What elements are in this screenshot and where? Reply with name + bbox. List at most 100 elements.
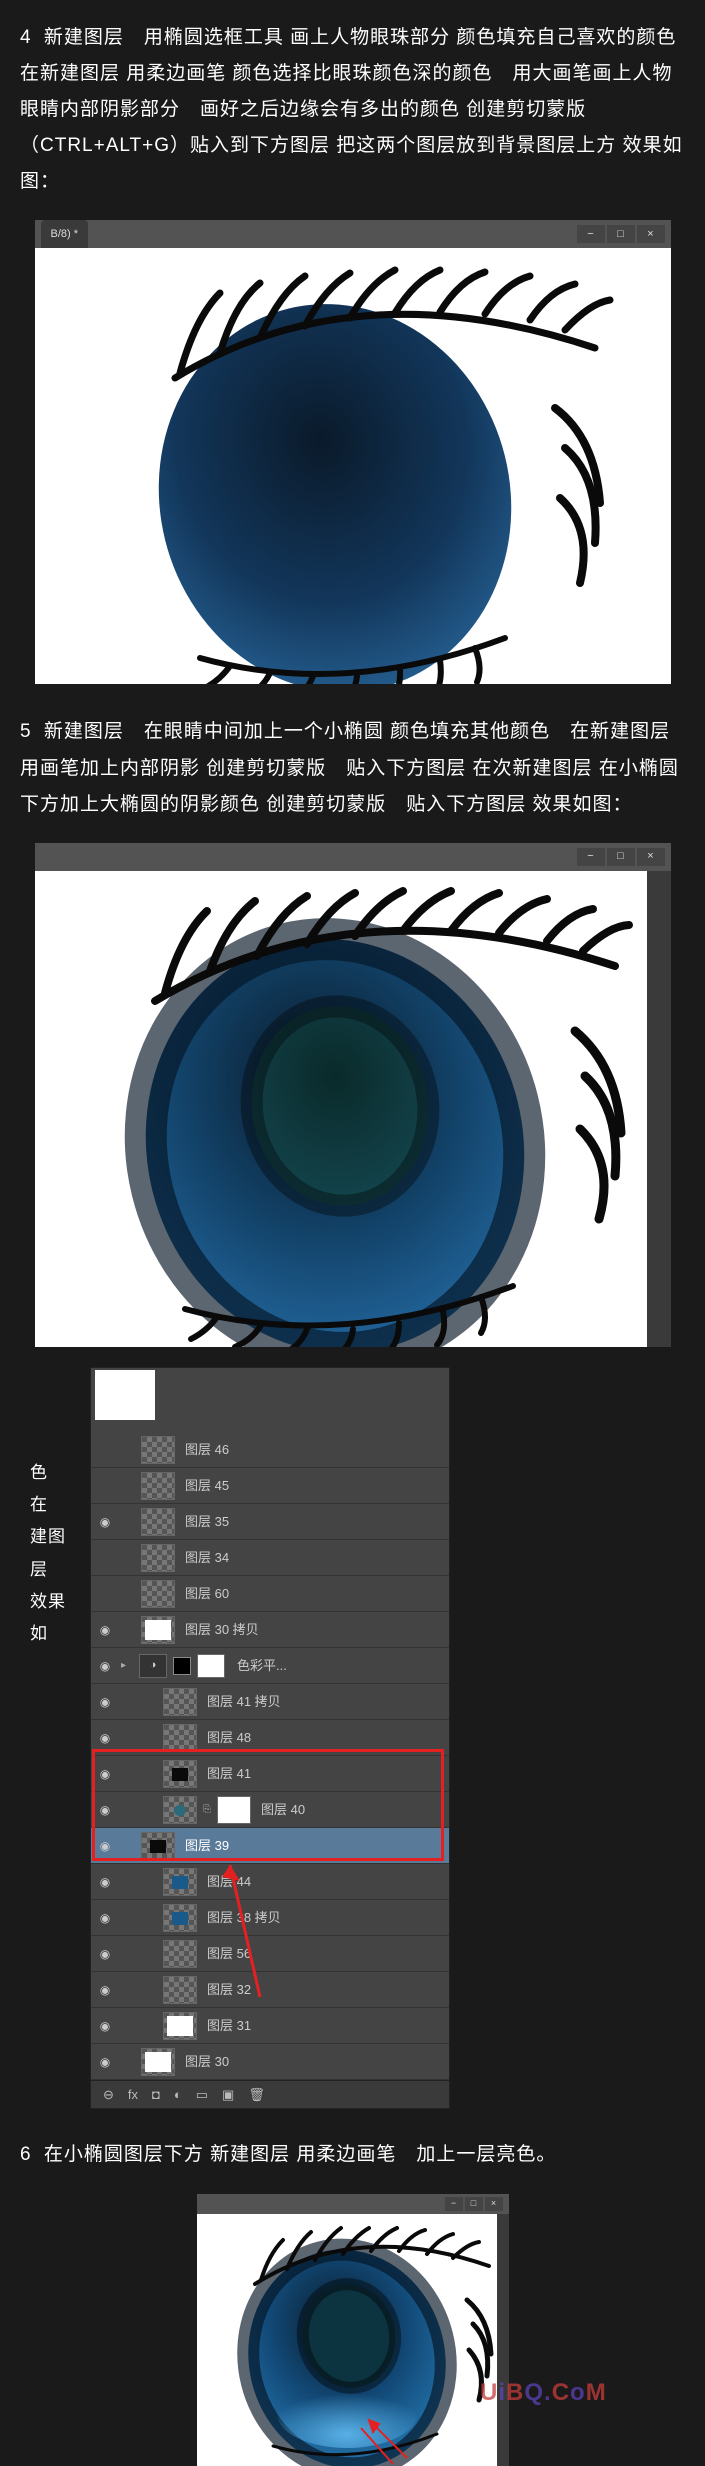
layer-name[interactable]: 图层 32	[201, 1978, 251, 2003]
layer-row[interactable]: ◉ 图层 38 拷贝	[91, 1900, 449, 1936]
layer-name[interactable]: 图层 60	[179, 1582, 229, 1607]
layer-thumb[interactable]	[141, 1580, 175, 1608]
close-button[interactable]: ×	[637, 225, 665, 243]
layer-row-selected[interactable]: ◉ 图层 39	[91, 1828, 449, 1864]
adjustment-icon[interactable]: ◐	[174, 2083, 182, 2108]
layer-name[interactable]: 图层 41	[201, 1762, 251, 1787]
layer-name[interactable]: 图层 30 拷贝	[179, 1618, 259, 1643]
maximize-button[interactable]: □	[465, 2197, 483, 2211]
minimize-button[interactable]: −	[577, 848, 605, 866]
layer-row[interactable]: ◉ 图层 31	[91, 2008, 449, 2044]
visibility-icon[interactable]	[95, 1584, 115, 1604]
visibility-icon[interactable]: ◉	[95, 1512, 115, 1532]
visibility-icon[interactable]	[95, 1548, 115, 1568]
layer-row[interactable]: ◉ ⎘ 图层 40	[91, 1792, 449, 1828]
link-layers-icon[interactable]: ⊖	[103, 2083, 114, 2108]
layer-name[interactable]: 图层 40	[255, 1798, 305, 1823]
color-swatch[interactable]	[173, 1657, 191, 1675]
layer-row[interactable]: ◉ 图层 41 拷贝	[91, 1684, 449, 1720]
layer-thumb[interactable]	[163, 2012, 197, 2040]
minimize-button[interactable]: −	[577, 225, 605, 243]
layer-thumb[interactable]	[163, 1688, 197, 1716]
layer-name[interactable]: 图层 30	[179, 2050, 229, 2075]
visibility-icon[interactable]: ◉	[95, 1656, 115, 1676]
link-icon[interactable]: ⎘	[201, 1796, 213, 1824]
layer-name[interactable]: 图层 41 拷贝	[201, 1690, 281, 1715]
canvas-4[interactable]	[197, 2214, 497, 2466]
visibility-icon[interactable]: ◉	[95, 1728, 115, 1748]
visibility-icon[interactable]: ◉	[95, 1908, 115, 1928]
visibility-icon[interactable]: ◉	[95, 1764, 115, 1784]
layer-name[interactable]: 图层 48	[201, 1726, 251, 1751]
mask-thumb[interactable]	[197, 1654, 225, 1678]
layer-thumb[interactable]	[141, 2048, 175, 2076]
layer-name[interactable]: 图层 31	[201, 2014, 251, 2039]
layer-name[interactable]: 图层 34	[179, 1546, 229, 1571]
canvas-2[interactable]	[35, 871, 647, 1347]
layer-thumb[interactable]	[141, 1544, 175, 1572]
canvas-1[interactable]	[35, 248, 671, 684]
layer-row[interactable]: ◉ 图层 30	[91, 2044, 449, 2080]
minimize-button[interactable]: −	[445, 2197, 463, 2211]
close-button[interactable]: ×	[637, 848, 665, 866]
document-tab[interactable]: B/8) *	[41, 220, 89, 249]
layer-row[interactable]: ◉ 图层 56	[91, 1936, 449, 1972]
layer-thumb[interactable]	[163, 1976, 197, 2004]
mask-thumb[interactable]	[217, 1796, 251, 1824]
dropdown-arrow-icon[interactable]: ▸	[121, 1656, 133, 1675]
layer-thumb[interactable]	[163, 1868, 197, 1896]
trash-icon[interactable]: 🗑	[248, 2083, 265, 2108]
visibility-icon[interactable]: ◉	[95, 1944, 115, 1964]
visibility-icon[interactable]: ◉	[95, 1620, 115, 1640]
visibility-icon[interactable]: ◉	[95, 1836, 115, 1856]
layer-thumb[interactable]	[141, 1832, 175, 1860]
new-layer-icon[interactable]: ▣	[222, 2083, 234, 2108]
layer-name[interactable]: 图层 35	[179, 1510, 229, 1535]
close-button[interactable]: ×	[485, 2197, 503, 2211]
fx-icon[interactable]: fx	[128, 2083, 138, 2108]
mask-icon[interactable]: ◘	[152, 2083, 160, 2108]
layer-name[interactable]: 图层 39	[179, 1834, 229, 1859]
layer-thumb[interactable]	[163, 1724, 197, 1752]
visibility-icon[interactable]: ◉	[95, 1800, 115, 1820]
layer-row[interactable]: ◉ 图层 32	[91, 1972, 449, 2008]
layer-thumb[interactable]	[141, 1508, 175, 1536]
layer-row[interactable]: ◉ 图层 44	[91, 1864, 449, 1900]
layer-name[interactable]: 图层 56	[201, 1942, 251, 1967]
maximize-button[interactable]: □	[607, 848, 635, 866]
adjustment-icon[interactable]: ◑	[139, 1654, 167, 1678]
layer-row[interactable]: ◉ 图层 48	[91, 1720, 449, 1756]
layer-name[interactable]: 图层 45	[179, 1474, 229, 1499]
layer-name[interactable]: 图层 44	[201, 1870, 251, 1895]
layer-thumb[interactable]	[163, 1904, 197, 1932]
layer-thumb[interactable]	[141, 1436, 175, 1464]
layers-panel[interactable]: 图层 46 图层 45 ◉ 图层 35 图层 34	[90, 1367, 450, 2110]
maximize-button[interactable]: □	[607, 225, 635, 243]
navigator-thumbnail[interactable]	[95, 1370, 155, 1420]
layer-name[interactable]: 图层 38 拷贝	[201, 1906, 281, 1931]
layer-row[interactable]: 图层 46	[91, 1432, 449, 1468]
layer-row[interactable]: 图层 60	[91, 1576, 449, 1612]
visibility-icon[interactable]: ◉	[95, 1872, 115, 1892]
folder-icon[interactable]: ▭	[196, 2083, 208, 2108]
visibility-icon[interactable]	[95, 1476, 115, 1496]
visibility-icon[interactable]	[95, 1440, 115, 1460]
layer-row[interactable]: 图层 34	[91, 1540, 449, 1576]
visibility-icon[interactable]: ◉	[95, 1692, 115, 1712]
visibility-icon[interactable]: ◉	[95, 1980, 115, 2000]
layer-thumb[interactable]	[163, 1940, 197, 1968]
layer-thumb[interactable]	[141, 1472, 175, 1500]
layer-thumb[interactable]	[141, 1616, 175, 1644]
layer-thumb[interactable]	[163, 1796, 197, 1824]
visibility-icon[interactable]: ◉	[95, 2052, 115, 2072]
layers-list[interactable]: 图层 46 图层 45 ◉ 图层 35 图层 34	[91, 1432, 449, 2080]
layer-row[interactable]: ◉ 图层 35	[91, 1504, 449, 1540]
layer-name[interactable]: 图层 46	[179, 1438, 229, 1463]
layer-row[interactable]: ◉ 图层 41	[91, 1756, 449, 1792]
layer-name[interactable]: 色彩平...	[231, 1654, 287, 1679]
adjustment-layer-row[interactable]: ◉ ▸ ◑ 色彩平...	[91, 1648, 449, 1684]
visibility-icon[interactable]: ◉	[95, 2016, 115, 2036]
layer-row[interactable]: ◉ 图层 30 拷贝	[91, 1612, 449, 1648]
layer-thumb[interactable]	[163, 1760, 197, 1788]
layer-row[interactable]: 图层 45	[91, 1468, 449, 1504]
